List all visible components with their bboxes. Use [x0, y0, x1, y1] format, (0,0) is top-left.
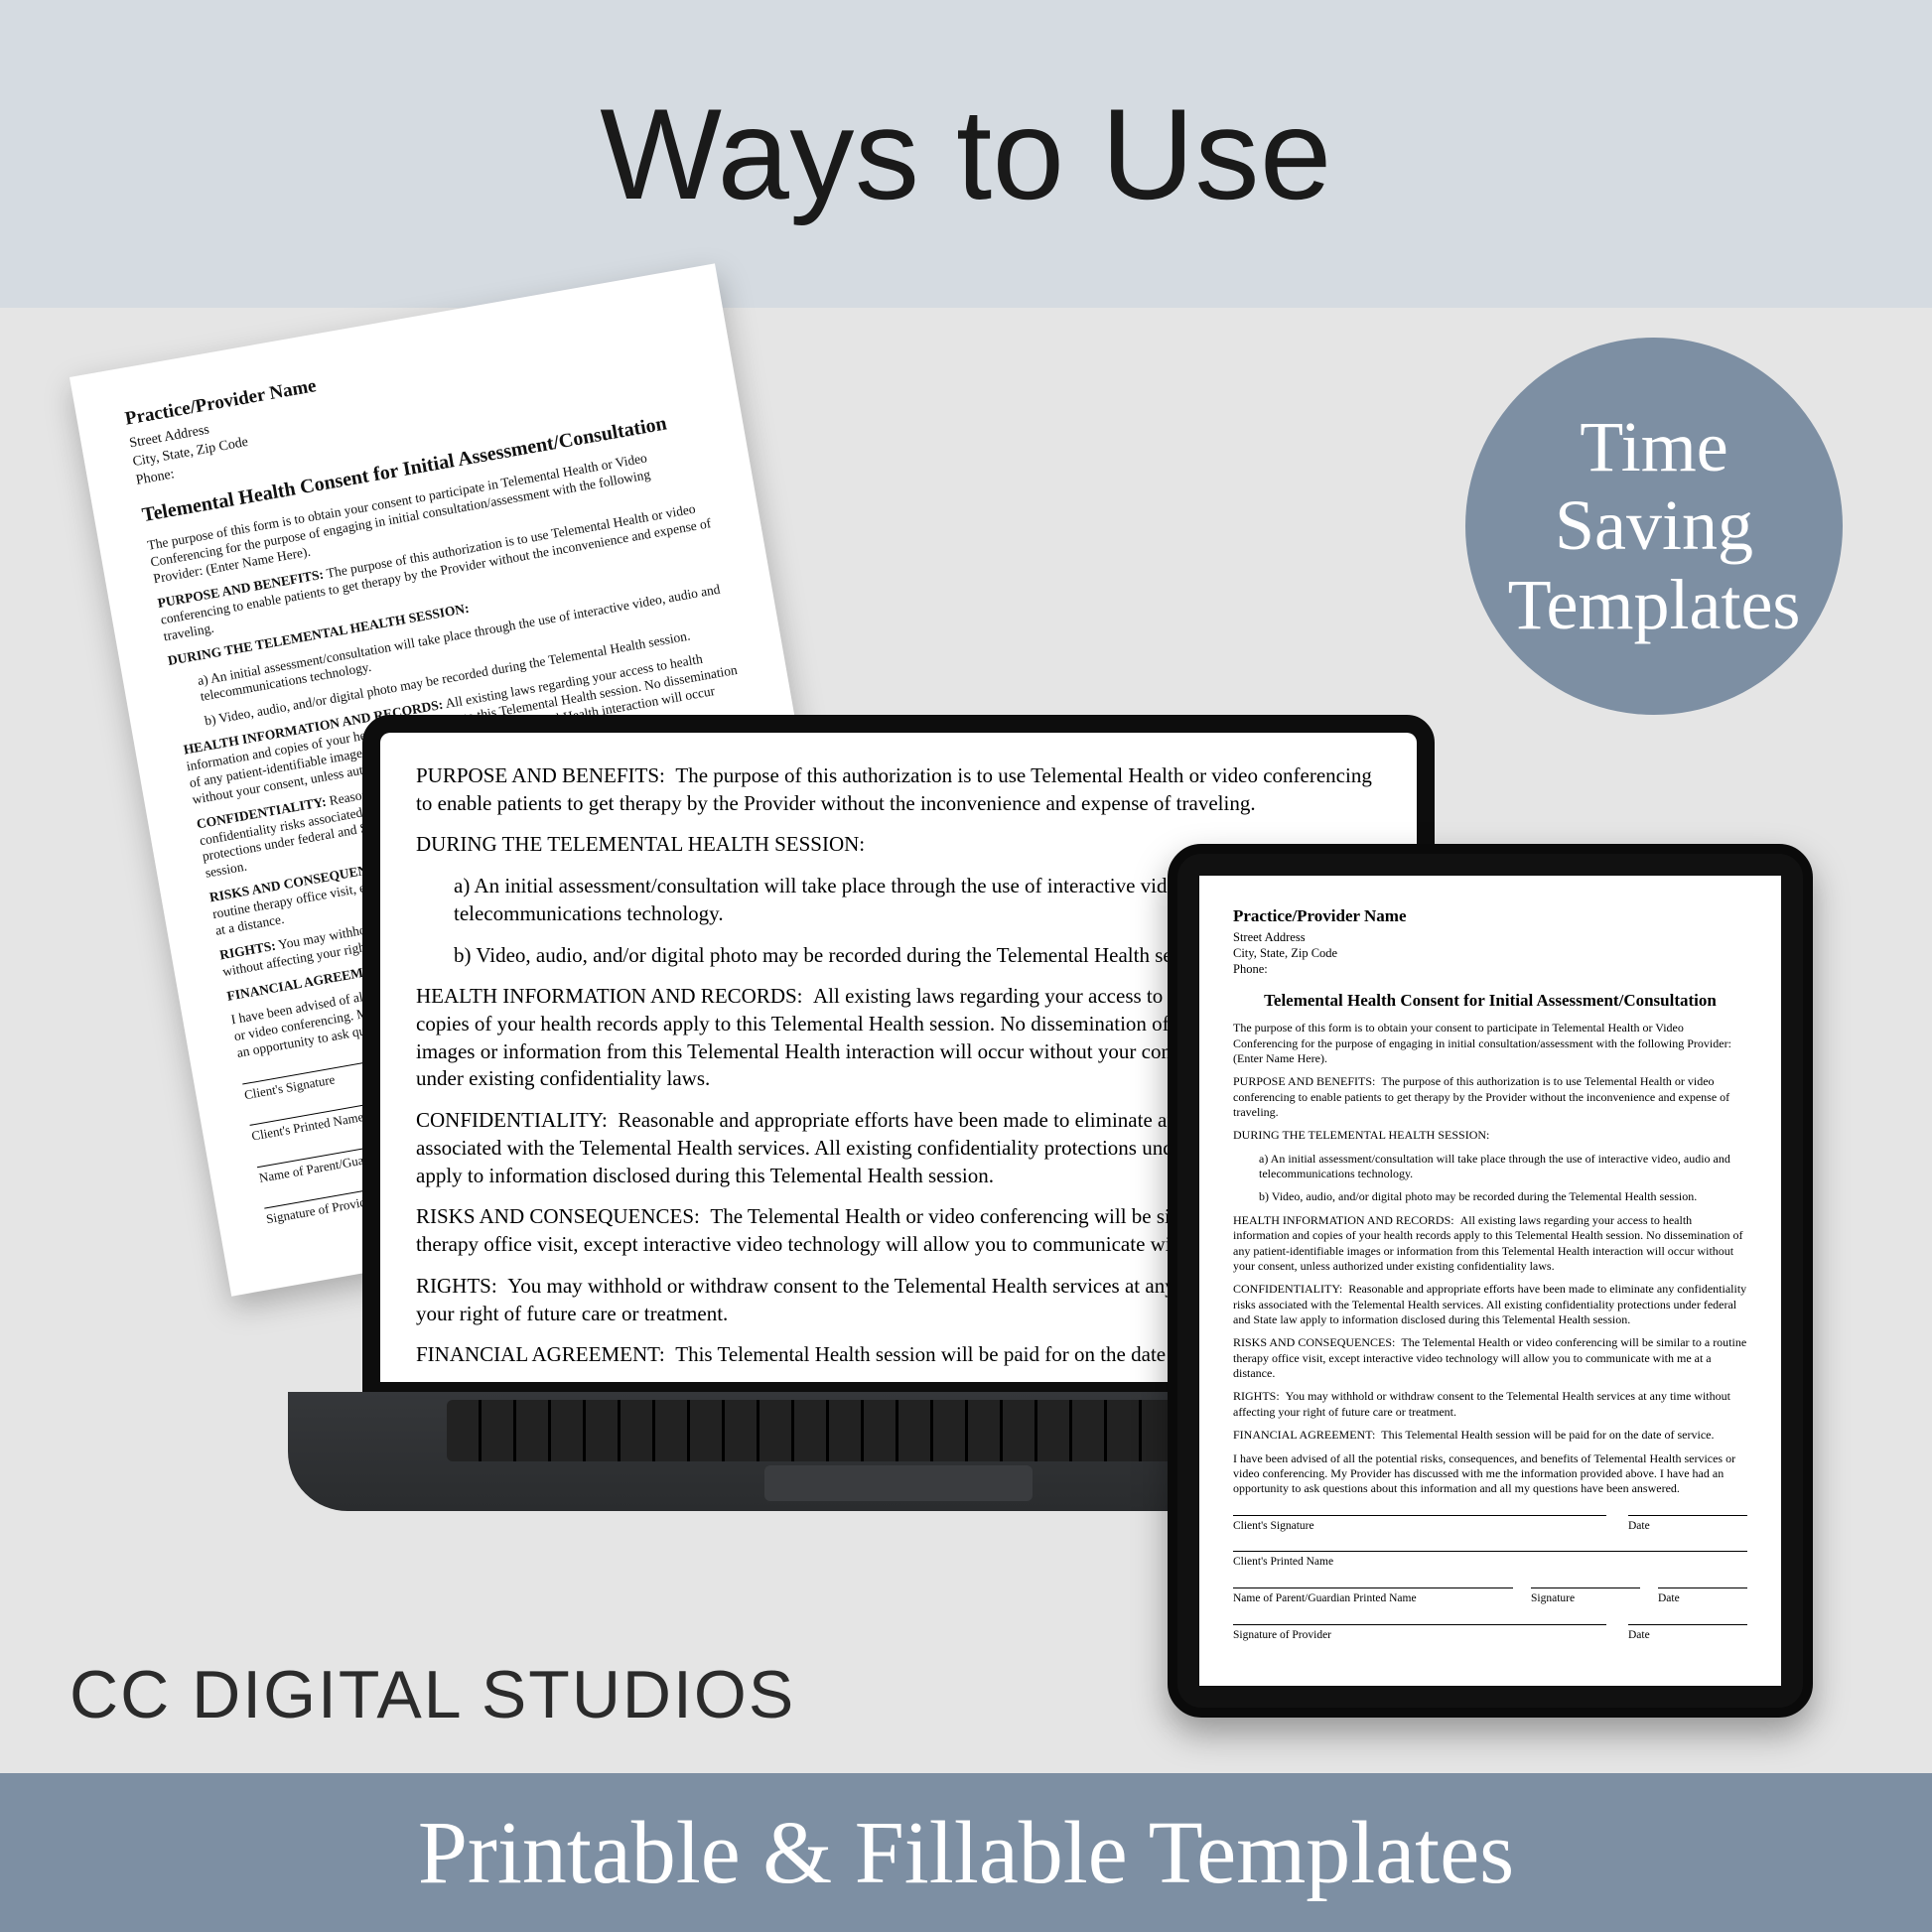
section-label: PURPOSE AND BENEFITS: — [416, 763, 665, 787]
conf-paragraph: CONFIDENTIALITY: Reasonable and appropri… — [1233, 1282, 1747, 1327]
section-text: This Telemental Health session will be p… — [1381, 1428, 1714, 1442]
address-line: Phone: — [135, 467, 176, 488]
badge-line: Time — [1580, 408, 1727, 486]
signature-line: Name of Parent/Guardian Printed Name — [1233, 1587, 1513, 1606]
time-saving-badge: Time Saving Templates — [1465, 338, 1843, 715]
signature-row: Name of Parent/Guardian Printed Name Sig… — [1233, 1587, 1747, 1606]
signature-line: Client's Printed Name — [1233, 1551, 1747, 1570]
during-item-b: b) Video, audio, and/or digital photo ma… — [1233, 1189, 1747, 1204]
risks-paragraph: RISKS AND CONSEQUENCES: The Telemental H… — [1233, 1335, 1747, 1381]
provider-address: Street Address City, State, Zip Code Pho… — [1233, 929, 1747, 978]
section-label: FINANCIAL AGREEMENT: — [1233, 1428, 1375, 1442]
purpose-paragraph: PURPOSE AND BENEFITS: The purpose of thi… — [1233, 1074, 1747, 1120]
records-paragraph: HEALTH INFORMATION AND RECORDS: All exis… — [1233, 1213, 1747, 1274]
page-title: Ways to Use — [600, 79, 1332, 228]
fin-paragraph: FINANCIAL AGREEMENT: This Telemental Hea… — [1233, 1428, 1747, 1443]
signature-line: Date — [1628, 1624, 1747, 1643]
section-label: HEALTH INFORMATION AND RECORDS: — [1233, 1213, 1454, 1227]
signature-row: Client's Signature Date — [1233, 1515, 1747, 1534]
section-text: You may withhold or withdraw consent to … — [1233, 1389, 1730, 1418]
brand-name: CC DIGITAL STUDIOS — [69, 1656, 795, 1733]
badge-line: Saving — [1555, 486, 1753, 565]
product-promo-image: Ways to Use Practice/Provider Name Stree… — [0, 0, 1932, 1932]
tablet-document-view: Practice/Provider Name Street Address Ci… — [1199, 876, 1781, 1686]
signature-row: Signature of Provider Date — [1233, 1624, 1747, 1643]
section-label: HEALTH INFORMATION AND RECORDS: — [416, 984, 803, 1008]
during-item-a: a) An initial assessment/consultation wi… — [1233, 1152, 1747, 1182]
signature-line: Signature of Provider — [1233, 1624, 1606, 1643]
badge-line: Templates — [1508, 566, 1801, 644]
bottom-bar-text: Printable & Fillable Templates — [418, 1802, 1514, 1904]
section-label: CONFIDENTIALITY: — [416, 1108, 608, 1132]
purpose-paragraph: PURPOSE AND BENEFITS: The purpose of thi… — [416, 762, 1381, 817]
address-line: City, State, Zip Code — [1233, 946, 1337, 960]
signature-line: Date — [1658, 1587, 1747, 1606]
section-label: RIGHTS: — [416, 1274, 497, 1298]
section-label: RIGHTS: — [1233, 1389, 1280, 1403]
laptop-trackpad — [764, 1465, 1033, 1501]
section-label: RISKS AND CONSEQUENCES: — [1233, 1335, 1395, 1349]
section-label: CONFIDENTIALITY: — [1233, 1282, 1342, 1296]
during-heading: DURING THE TELEMENTAL HEALTH SESSION: — [1233, 1128, 1747, 1143]
signature-line: Date — [1628, 1515, 1747, 1534]
ack-paragraph: I have been advised of all the potential… — [1233, 1451, 1747, 1497]
tablet-mockup: Practice/Provider Name Street Address Ci… — [1168, 844, 1813, 1718]
top-banner: Ways to Use — [0, 0, 1932, 308]
address-line: Phone: — [1233, 962, 1268, 976]
bottom-bar: Printable & Fillable Templates — [0, 1773, 1932, 1932]
signature-line: Client's Signature — [1233, 1515, 1606, 1534]
signature-row: Client's Printed Name — [1233, 1551, 1747, 1570]
section-label: PURPOSE AND BENEFITS: — [1233, 1074, 1375, 1088]
section-label: RISKS AND CONSEQUENCES: — [416, 1204, 700, 1228]
form-title: Telemental Health Consent for Initial As… — [1233, 990, 1747, 1012]
section-label: FINANCIAL AGREEMENT: — [416, 1342, 665, 1366]
rights-paragraph: RIGHTS: You may withhold or withdraw con… — [1233, 1389, 1747, 1420]
intro-paragraph: The purpose of this form is to obtain yo… — [1233, 1021, 1747, 1066]
provider-name-heading: Practice/Provider Name — [1233, 905, 1747, 927]
address-line: Street Address — [1233, 930, 1306, 944]
signature-line: Signature — [1531, 1587, 1640, 1606]
